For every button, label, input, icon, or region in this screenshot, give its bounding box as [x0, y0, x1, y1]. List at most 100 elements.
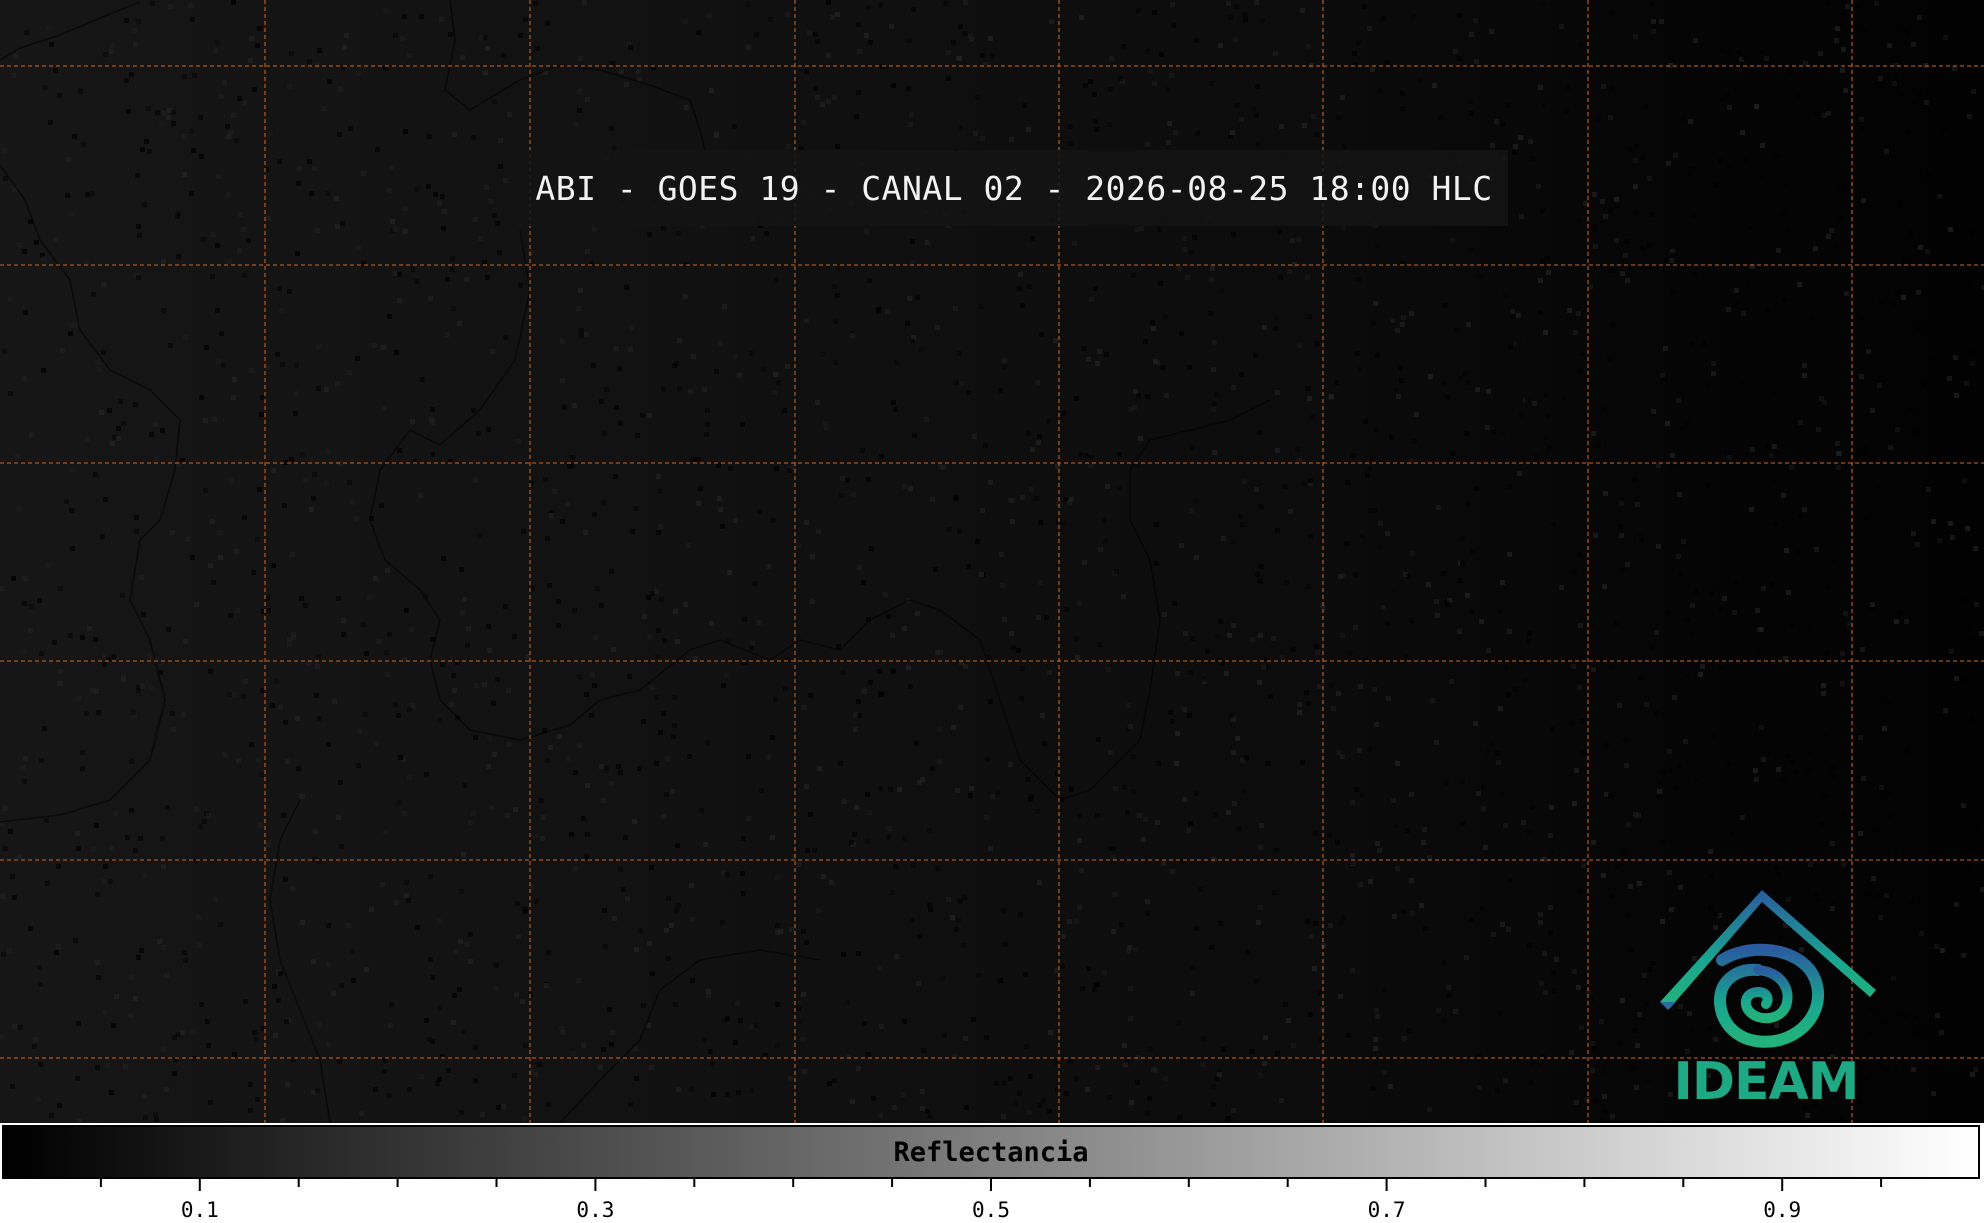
noise-pixel	[1074, 919, 1079, 924]
noise-pixel	[248, 1082, 253, 1087]
noise-pixel	[1814, 111, 1819, 116]
noise-pixel	[785, 12, 790, 17]
noise-pixel	[1353, 572, 1358, 577]
noise-pixel	[852, 832, 857, 837]
noise-pixel	[0, 586, 5, 591]
noise-pixel	[1084, 453, 1089, 458]
noise-pixel	[124, 78, 129, 83]
noise-pixel	[802, 1069, 807, 1074]
noise-pixel	[861, 580, 866, 585]
noise-pixel	[909, 112, 914, 117]
noise-pixel	[29, 432, 34, 437]
noise-pixel	[1035, 380, 1040, 385]
noise-pixel	[1796, 549, 1801, 554]
noise-pixel	[1147, 1096, 1152, 1101]
noise-pixel	[634, 1076, 639, 1081]
noise-pixel	[893, 407, 898, 412]
noise-pixel	[832, 95, 837, 100]
noise-pixel	[1121, 594, 1126, 599]
noise-pixel	[624, 285, 629, 290]
noise-pixel	[1445, 602, 1450, 607]
noise-pixel	[735, 1001, 740, 1006]
noise-pixel	[1911, 100, 1916, 105]
noise-pixel	[1818, 51, 1823, 56]
noise-pixel	[593, 635, 598, 640]
noise-pixel	[1329, 683, 1334, 688]
noise-pixel	[383, 1058, 388, 1063]
noise-pixel	[609, 781, 614, 786]
noise-pixel	[388, 1023, 393, 1028]
noise-pixel	[440, 194, 445, 199]
noise-pixel	[253, 1037, 258, 1042]
noise-pixel	[49, 1113, 54, 1118]
noise-pixel	[1677, 492, 1682, 497]
noise-pixel	[722, 304, 727, 309]
noise-pixel	[1375, 243, 1380, 248]
noise-pixel	[1879, 300, 1884, 305]
noise-pixel	[1632, 1028, 1637, 1033]
noise-pixel	[1935, 260, 1940, 265]
noise-pixel	[258, 823, 263, 828]
noise-pixel	[1884, 893, 1889, 898]
noise-pixel	[380, 882, 385, 887]
noise-pixel	[1410, 911, 1415, 916]
noise-pixel	[879, 454, 884, 459]
noise-pixel	[387, 1093, 392, 1098]
noise-pixel	[930, 497, 935, 502]
noise-pixel	[492, 213, 497, 218]
noise-pixel	[1182, 236, 1187, 241]
noise-pixel	[576, 978, 581, 983]
noise-pixel	[1170, 719, 1175, 724]
noise-pixel	[1870, 602, 1875, 607]
noise-pixel	[624, 82, 629, 87]
noise-pixel	[969, 37, 974, 42]
logo-roof-left	[1660, 1002, 1676, 1010]
noise-pixel	[1876, 484, 1881, 489]
noise-pixel	[1609, 894, 1614, 899]
noise-pixel	[1758, 174, 1763, 179]
noise-pixel	[581, 816, 586, 821]
noise-pixel	[1729, 831, 1734, 836]
noise-pixel	[749, 1024, 754, 1029]
noise-pixel	[573, 770, 578, 775]
noise-pixel	[295, 251, 300, 256]
noise-pixel	[415, 925, 420, 930]
noise-pixel	[1538, 912, 1543, 917]
noise-pixel	[234, 549, 239, 554]
noise-pixel	[1077, 838, 1082, 843]
noise-pixel	[1894, 619, 1899, 624]
noise-pixel	[1943, 708, 1948, 713]
noise-pixel	[1954, 676, 1959, 681]
noise-pixel	[963, 1036, 968, 1041]
noise-pixel	[951, 725, 956, 730]
noise-pixel	[911, 863, 916, 868]
noise-pixel	[1720, 97, 1725, 102]
noise-pixel	[80, 766, 85, 771]
noise-pixel	[815, 95, 820, 100]
noise-pixel	[1500, 580, 1505, 585]
noise-pixel	[1182, 707, 1187, 712]
noise-pixel	[1372, 687, 1377, 692]
noise-pixel	[1027, 284, 1032, 289]
noise-pixel	[215, 308, 220, 313]
noise-pixel	[1108, 846, 1113, 851]
noise-pixel	[902, 626, 907, 631]
noise-pixel	[1190, 991, 1195, 996]
noise-pixel	[1401, 315, 1406, 320]
noise-pixel	[457, 321, 462, 326]
noise-pixel	[1903, 1014, 1908, 1019]
noise-pixel	[669, 923, 674, 928]
noise-pixel	[1497, 1011, 1502, 1016]
noise-pixel	[1901, 295, 1906, 300]
noise-pixel	[584, 332, 589, 337]
noise-pixel	[1736, 50, 1741, 55]
noise-pixel	[676, 231, 681, 236]
noise-pixel	[1878, 76, 1883, 81]
noise-pixel	[902, 1019, 907, 1024]
noise-pixel	[1495, 1088, 1500, 1093]
noise-pixel	[658, 489, 663, 494]
noise-pixel	[1001, 1081, 1006, 1086]
noise-pixel	[1042, 741, 1047, 746]
noise-pixel	[1680, 116, 1685, 121]
noise-pixel	[1886, 791, 1891, 796]
